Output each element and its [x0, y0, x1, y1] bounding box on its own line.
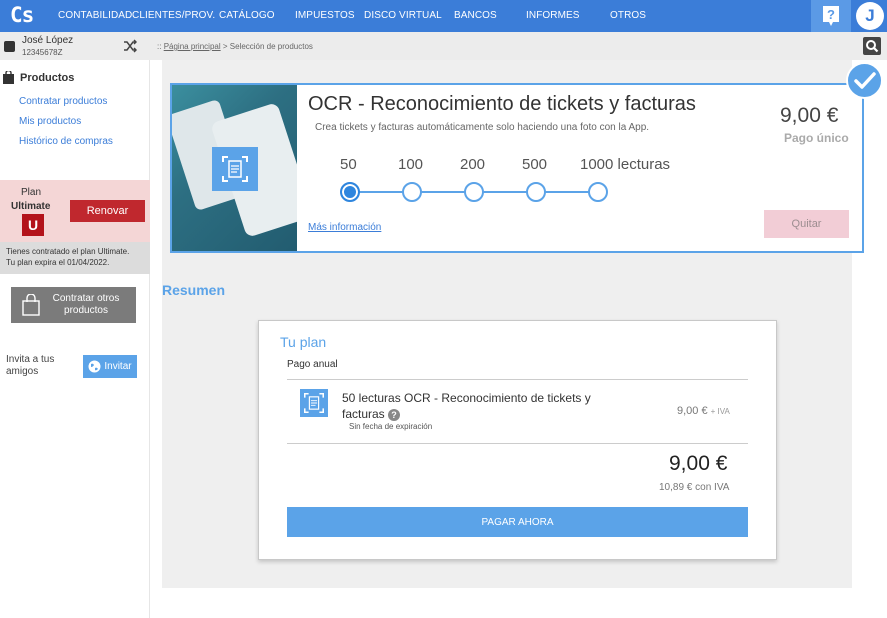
plan-label: Plan [21, 187, 42, 198]
summary-total: 9,00 € [669, 452, 728, 475]
breadcrumb-home-link[interactable]: Página principal [164, 42, 221, 51]
product-title: OCR - Reconocimiento de tickets y factur… [308, 93, 696, 115]
remove-button[interactable]: Quitar [764, 210, 849, 238]
more-info-link[interactable]: Más información [308, 222, 381, 233]
breadcrumb-prefix: :: [157, 42, 162, 51]
info-icon[interactable]: ? [388, 409, 401, 421]
breadcrumb: :: Página principal > Selección de produ… [157, 42, 313, 51]
summary-item-note: Sin fecha de expiración [349, 422, 433, 431]
sidebar-link-contratar-productos[interactable]: Contratar productos [19, 96, 107, 107]
search-button[interactable] [863, 37, 881, 55]
nav-impuestos[interactable]: IMPUESTOS [295, 10, 355, 21]
shopping-bag-icon [22, 294, 40, 316]
step-label-1000: 1000 lecturas [580, 156, 671, 173]
nav-catalogo[interactable]: CATÁLOGO [219, 10, 275, 21]
summary-item-title-text: 50 lecturas OCR - Reconocimiento de tick… [342, 391, 591, 421]
products-heading: Productos [20, 72, 75, 84]
user-info: José López 12345678Z [0, 32, 150, 60]
selected-check-icon [846, 62, 883, 99]
breadcrumb-current: Selección de productos [229, 42, 313, 51]
step-option-1000[interactable] [588, 182, 608, 202]
nav-disco-virtual[interactable]: DISCO VIRTUAL [364, 10, 442, 21]
plan-info-line2: Tu plan expira el 01/04/2022. [6, 258, 110, 267]
help-icon: ? [823, 6, 839, 26]
invite-label: Invitar [104, 361, 132, 372]
top-navigation-bar: Cs CONTABILIDAD CLIENTES/PROV. CATÁLOGO … [0, 0, 887, 32]
help-button[interactable]: ? [811, 0, 851, 32]
user-tax-id: 12345678Z [22, 48, 63, 57]
contract-other-products-button[interactable]: Contratar otros productos [11, 287, 136, 323]
invite-text: Invita a tus amigos [6, 354, 55, 377]
summary-item-price: 9,00 € + IVA [677, 405, 730, 417]
step-option-500[interactable] [526, 182, 546, 202]
nav-contabilidad[interactable]: CONTABILIDAD [58, 10, 132, 21]
switch-company-icon[interactable] [123, 39, 137, 53]
divider [287, 379, 748, 380]
contract-other-products-label: Contratar otros productos [52, 293, 120, 316]
summary-item-title: 50 lecturas OCR - Reconocimiento de tick… [342, 390, 622, 422]
plan-title: Tu plan [280, 334, 327, 350]
ocr-item-icon [300, 389, 328, 417]
nav-clientes-prov[interactable]: CLIENTES/PROV. [132, 10, 215, 21]
step-option-100[interactable] [402, 182, 422, 202]
product-price: 9,00 € [780, 104, 839, 127]
plan-badge: U [22, 214, 44, 236]
user-name: José López [22, 35, 74, 46]
svg-text:?: ? [827, 7, 835, 22]
step-option-200[interactable] [464, 182, 484, 202]
nav-informes[interactable]: INFORMES [526, 10, 580, 21]
ocr-scan-tile [212, 147, 258, 191]
search-icon [866, 40, 879, 53]
sidebar-link-mis-productos[interactable]: Mis productos [19, 116, 81, 127]
nav-bancos[interactable]: BANCOS [454, 10, 497, 21]
summary-heading: Resumen [162, 282, 226, 298]
breadcrumb-bar: :: Página principal > Selección de produ… [150, 32, 887, 60]
product-price-note: Pago único [784, 131, 849, 145]
step-label-100: 100 [398, 156, 424, 173]
renew-button[interactable]: Renovar [70, 200, 145, 222]
plan-expiry-info: Tienes contratado el plan Ultimate. Tu p… [0, 242, 150, 274]
nav-otros[interactable]: OTROS [610, 10, 646, 21]
checkmark-icon [853, 71, 876, 89]
globe-icon [88, 360, 101, 373]
step-label-50: 50 [340, 156, 357, 173]
divider [287, 443, 748, 444]
plan-panel: Plan Ultimate U Renovar [0, 180, 150, 242]
plan-name: Ultimate [11, 201, 51, 212]
step-label-500: 500 [522, 156, 548, 173]
plan-info-line1: Tienes contratado el plan Ultimate. [6, 247, 130, 256]
sidebar-link-historico-compras[interactable]: Histórico de compras [19, 136, 113, 147]
product-image [172, 85, 297, 251]
step-option-50[interactable] [340, 182, 360, 202]
user-card-icon [4, 41, 15, 52]
sidebar: José López 12345678Z Productos Contratar… [0, 32, 150, 618]
invite-button[interactable]: Invitar [83, 355, 137, 378]
summary-item-price-value: 9,00 € [677, 405, 708, 417]
document-scan-icon [222, 156, 248, 182]
summary-item-tax: + IVA [710, 407, 730, 416]
document-scan-icon [304, 393, 324, 413]
step-label-200: 200 [460, 156, 486, 173]
product-card-ocr: OCR - Reconocimiento de tickets y factur… [170, 83, 864, 253]
breadcrumb-separator: > [222, 42, 228, 51]
product-subtitle: Crea tickets y facturas automáticamente … [315, 122, 650, 133]
user-avatar[interactable]: J [856, 2, 884, 30]
billing-period: Pago anual [287, 359, 338, 370]
app-logo[interactable]: Cs [10, 3, 46, 29]
summary-total-with-tax: 10,89 € con IVA [659, 482, 730, 493]
pay-now-button[interactable]: PAGAR AHORA [287, 507, 748, 537]
summary-card: Tu plan Pago anual 50 lecturas OCR - Rec… [258, 320, 777, 560]
